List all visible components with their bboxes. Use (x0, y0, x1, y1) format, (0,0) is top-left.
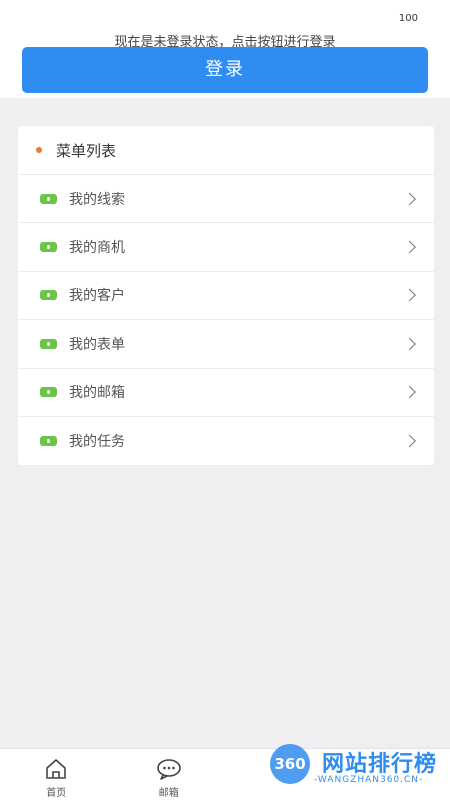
menu-item-tasks[interactable]: 我的任务 (18, 417, 434, 465)
chevron-right-icon (403, 434, 416, 448)
chat-icon (156, 757, 182, 781)
tab-label: 首页 (46, 788, 67, 799)
watermark-subtext: -WANGZHAN360.CN- (314, 775, 424, 785)
home-icon (43, 757, 69, 781)
menu-item-label: 我的邮箱 (69, 385, 125, 402)
tab-label: 邮箱 (158, 788, 179, 799)
menu-item-label: 我的线索 (69, 191, 125, 208)
ticket-icon (40, 436, 57, 447)
menu-title: 菜单列表 (56, 141, 117, 160)
status-number: 100 (398, 13, 418, 24)
ticket-icon (40, 242, 57, 253)
menu-item-opportunities[interactable]: 我的商机 (18, 223, 434, 272)
chevron-right-icon (403, 240, 416, 254)
ticket-icon (40, 193, 57, 204)
menu-item-customers[interactable]: 我的客户 (18, 272, 434, 321)
chevron-right-icon (403, 385, 416, 399)
menu-item-forms[interactable]: 我的表单 (18, 320, 434, 369)
chevron-right-icon (403, 192, 416, 206)
menu-item-label: 我的任务 (69, 434, 125, 451)
watermark-badge: 360 (270, 744, 310, 784)
tab-mail[interactable]: 邮箱 (113, 749, 226, 800)
bullet-dot-icon (36, 147, 42, 153)
ticket-icon (40, 338, 57, 349)
tab-home[interactable]: 首页 (0, 749, 113, 800)
menu-item-label: 我的客户 (69, 288, 125, 305)
watermark-logo: 360 网站排行榜 -WANGZHAN360.CN- (236, 744, 446, 796)
login-button[interactable]: 登录 (22, 47, 428, 93)
menu-item-label: 我的商机 (69, 240, 125, 257)
menu-list: 菜单列表 我的线索 我的商机 我的客户 我的表单 我的邮箱 我的任务 (18, 126, 434, 466)
menu-item-label: 我的表单 (69, 336, 125, 353)
ticket-icon (40, 290, 57, 301)
watermark-text: 网站排行榜 (322, 752, 438, 777)
chevron-right-icon (403, 289, 416, 302)
chevron-right-icon (403, 337, 416, 351)
ticket-icon (40, 387, 57, 398)
menu-header: 菜单列表 (18, 126, 434, 175)
menu-item-mailbox[interactable]: 我的邮箱 (18, 369, 434, 417)
login-header: 100 现在是未登录状态，点击按钮进行登录 登录 (0, 0, 450, 98)
menu-item-leads[interactable]: 我的线索 (18, 175, 434, 224)
